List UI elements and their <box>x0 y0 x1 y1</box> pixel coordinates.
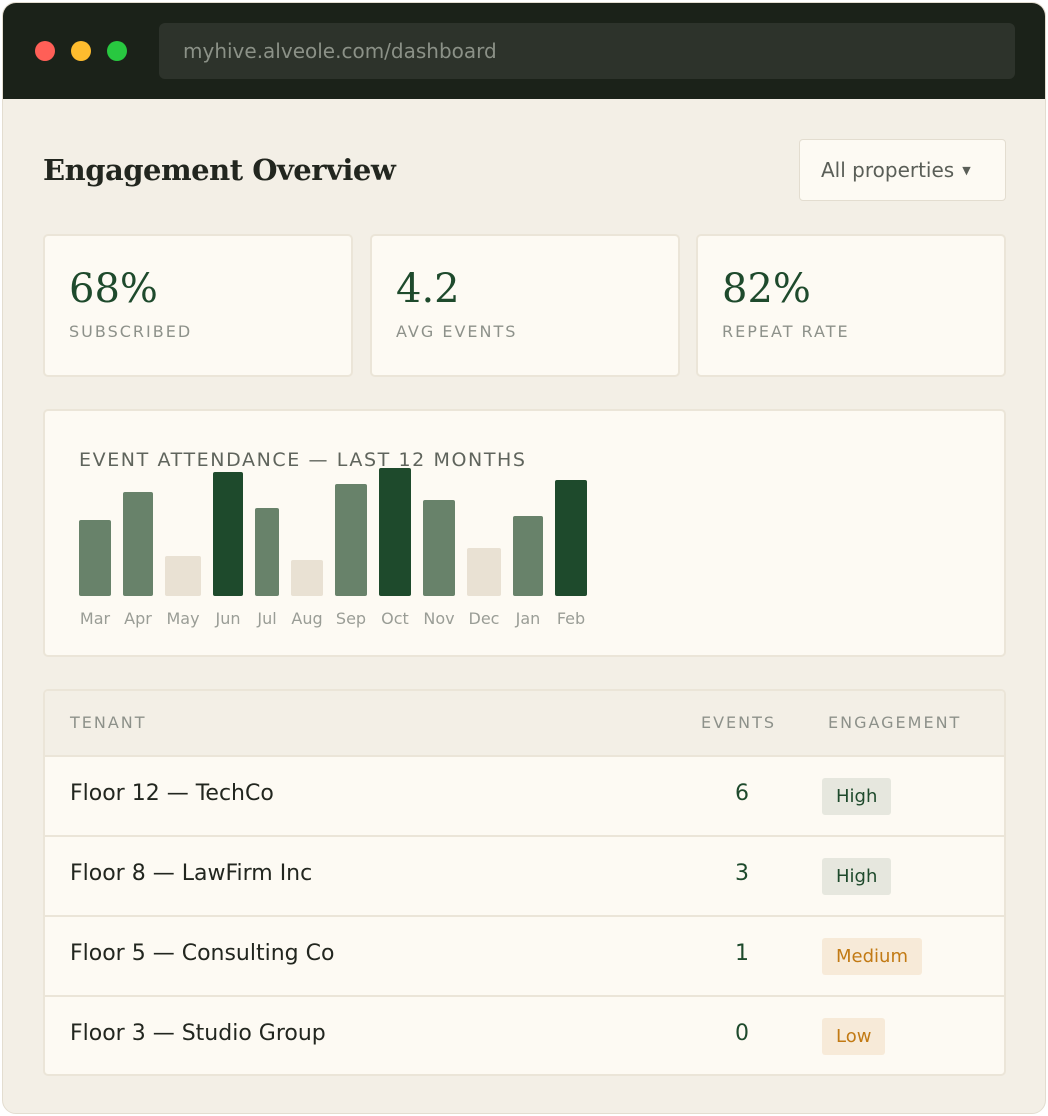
bar-jun[interactable] <box>213 472 243 596</box>
column-header-engagement[interactable]: ENGAGEMENT <box>828 713 961 732</box>
event-count: 6 <box>735 781 749 806</box>
x-tick-label: Dec <box>469 609 500 628</box>
property-select-value: All properties <box>821 158 955 182</box>
column-header-tenant[interactable]: TENANT <box>70 713 147 732</box>
minimize-window-button[interactable] <box>71 41 91 61</box>
x-tick-label: Jun <box>215 609 241 628</box>
caret-down-icon: ▼ <box>962 164 971 177</box>
stat-value: 68% <box>69 266 158 312</box>
column-header-events[interactable]: EVENTS <box>701 713 776 732</box>
stat-value: 82% <box>722 266 811 312</box>
x-tick-label: Feb <box>557 609 585 628</box>
tenant-table: TENANT EVENTS ENGAGEMENT Floor 12 — Tech… <box>43 689 1006 1076</box>
bar-jan[interactable] <box>513 516 543 596</box>
bar-oct[interactable] <box>379 468 411 596</box>
event-count: 3 <box>735 861 749 886</box>
event-count: 1 <box>735 941 749 966</box>
bar-nov[interactable] <box>423 500 455 596</box>
attendance-chart-card: EVENT ATTENDANCE — LAST 12 MONTHS Mar Apr… <box>43 409 1006 657</box>
bar-apr[interactable] <box>123 492 153 596</box>
stat-value: 4.2 <box>396 266 460 312</box>
bar-jul[interactable] <box>255 508 279 596</box>
stat-label: SUBSCRIBED <box>69 322 193 341</box>
tenant-name: Floor 8 — LawFirm Inc <box>70 861 313 886</box>
close-window-button[interactable] <box>35 41 55 61</box>
table-row[interactable]: Floor 5 — Consulting Co 1 Medium <box>45 917 1004 997</box>
page-title: Engagement Overview <box>43 153 396 187</box>
table-header: TENANT EVENTS ENGAGEMENT <box>45 691 1004 757</box>
stat-card-subscribed: 68% SUBSCRIBED <box>43 234 353 377</box>
engagement-badge: High <box>822 778 892 815</box>
tenant-name: Floor 5 — Consulting Co <box>70 941 335 966</box>
x-tick-label: Oct <box>381 609 409 628</box>
bar-may[interactable] <box>165 556 201 596</box>
x-tick-label: Jul <box>256 609 276 628</box>
x-tick-label: Aug <box>291 609 322 628</box>
address-bar[interactable]: myhive.alveole.com/dashboard <box>159 23 1015 79</box>
x-tick-label: May <box>166 609 199 628</box>
bar-sep[interactable] <box>335 484 367 596</box>
tenant-name: Floor 12 — TechCo <box>70 781 274 806</box>
table-row[interactable]: Floor 3 — Studio Group 0 Low <box>45 997 1004 1074</box>
event-count: 0 <box>735 1021 749 1046</box>
table-row[interactable]: Floor 12 — TechCo 6 High <box>45 757 1004 837</box>
engagement-badge: High <box>822 858 892 895</box>
stat-label: REPEAT RATE <box>722 322 850 341</box>
engagement-badge: Medium <box>822 938 922 975</box>
stat-card-repeat-rate: 82% REPEAT RATE <box>696 234 1006 377</box>
engagement-badge: Low <box>822 1018 886 1055</box>
x-tick-label: Nov <box>423 609 454 628</box>
bar-feb[interactable] <box>555 480 587 596</box>
property-select[interactable]: All properties ▼ <box>799 139 1006 201</box>
browser-titlebar: myhive.alveole.com/dashboard <box>3 3 1045 99</box>
bar-mar[interactable] <box>79 520 111 596</box>
tenant-name: Floor 3 — Studio Group <box>70 1021 326 1046</box>
table-row[interactable]: Floor 8 — LawFirm Inc 3 High <box>45 837 1004 917</box>
bar-aug[interactable] <box>291 560 323 596</box>
stat-label: AVG EVENTS <box>396 322 518 341</box>
x-tick-label: Mar <box>80 609 111 628</box>
browser-window: myhive.alveole.com/dashboard Engagement … <box>2 2 1046 1114</box>
stat-card-avg-events: 4.2 AVG EVENTS <box>370 234 680 377</box>
maximize-window-button[interactable] <box>107 41 127 61</box>
x-tick-label: Sep <box>336 609 366 628</box>
x-tick-label: Apr <box>124 609 152 628</box>
bar-dec[interactable] <box>467 548 501 596</box>
chart-title: EVENT ATTENDANCE — LAST 12 MONTHS <box>79 449 527 471</box>
x-tick-label: Jan <box>515 609 541 628</box>
